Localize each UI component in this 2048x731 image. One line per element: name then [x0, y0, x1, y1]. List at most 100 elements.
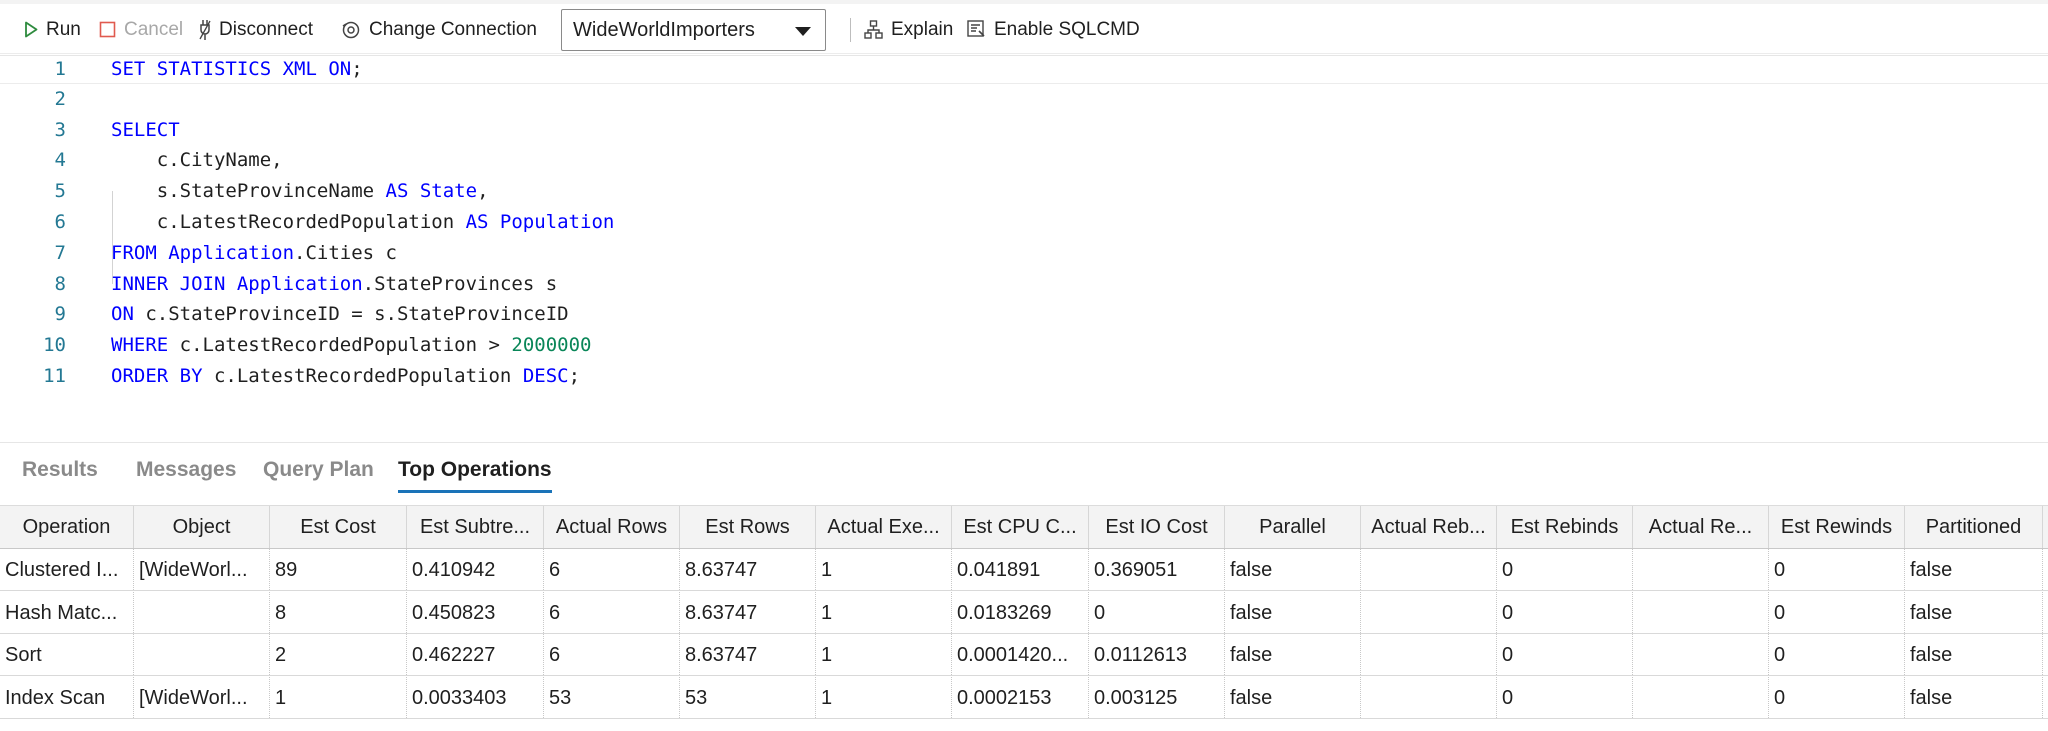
table-row[interactable]: Index Scan [WideWorl... 1 0.0033403 53 53 1 0.0… [0, 676, 2048, 719]
database-select[interactable]: WideWorldImporters [561, 9, 826, 51]
column-header[interactable]: Actual Rows [544, 506, 680, 548]
column-header[interactable]: Actual Exe... [816, 506, 952, 548]
table-cell[interactable] [1361, 676, 1497, 718]
sql-editor[interactable]: 1 SET STATISTICS XML ON; 2 3 SELECT 4 c.CityN… [0, 52, 2048, 392]
table-cell[interactable]: false [1905, 549, 2043, 590]
column-header[interactable]: Partitioned [1905, 506, 2043, 548]
code-line[interactable]: 4 c.CityName, [0, 145, 2048, 176]
column-header[interactable]: Est IO Cost [1089, 506, 1225, 548]
table-cell[interactable]: 0.450823 [407, 591, 544, 633]
table-cell[interactable]: false [1225, 591, 1361, 633]
table-cell[interactable]: false [1225, 634, 1361, 675]
table-cell[interactable]: 6 [544, 591, 680, 633]
table-cell[interactable]: 8 [270, 591, 407, 633]
code-line[interactable]: 1 SET STATISTICS XML ON; [0, 53, 2048, 84]
column-header[interactable]: Est Subtre... [407, 506, 544, 548]
table-cell[interactable] [1633, 591, 1769, 633]
table-cell[interactable]: 0.0183269 [952, 591, 1089, 633]
table-cell[interactable]: false [1225, 549, 1361, 590]
table-cell[interactable]: [WideWorl... [134, 676, 270, 718]
table-cell[interactable]: 0 [1769, 549, 1905, 590]
tab-query-plan[interactable]: Query Plan [263, 458, 374, 482]
column-header[interactable]: Est Rewinds [1769, 506, 1905, 548]
table-cell[interactable]: 0 [1497, 591, 1633, 633]
table-cell[interactable]: 2 [270, 634, 407, 675]
table-cell[interactable]: 0.003125 [1089, 676, 1225, 718]
column-header[interactable]: Est Rows [680, 506, 816, 548]
tab-messages[interactable]: Messages [136, 458, 236, 482]
code-line[interactable]: 5 s.StateProvinceName AS State, [0, 176, 2048, 207]
column-header[interactable]: Object [134, 506, 270, 548]
column-header[interactable]: Actual Re... [1633, 506, 1769, 548]
column-header[interactable]: Est Cost [270, 506, 407, 548]
code-line[interactable]: 10 WHERE c.LatestRecordedPopulation > 200… [0, 330, 2048, 361]
table-cell[interactable] [1361, 634, 1497, 675]
code-line[interactable]: 7 FROM Application.Cities c [0, 238, 2048, 269]
table-cell[interactable]: Clustered I... [0, 549, 134, 590]
table-cell[interactable]: Hash Matc... [0, 591, 134, 633]
table-cell[interactable]: 53 [680, 676, 816, 718]
table-cell[interactable]: 0 [1769, 591, 1905, 633]
table-cell[interactable]: 0 [1497, 549, 1633, 590]
enable-sqlcmd-button[interactable]: Enable SQLCMD [967, 19, 1140, 41]
table-cell[interactable] [134, 634, 270, 675]
table-cell[interactable]: 0 [1089, 591, 1225, 633]
table-cell[interactable]: false [1905, 676, 2043, 718]
code-line[interactable]: 2 [0, 84, 2048, 115]
table-cell[interactable]: 0.0001420... [952, 634, 1089, 675]
tab-top-operations[interactable]: Top Operations [398, 458, 552, 493]
table-cell[interactable] [1633, 676, 1769, 718]
table-cell[interactable]: 89 [270, 549, 407, 590]
code-line[interactable]: 6 c.LatestRecordedPopulation AS Populati… [0, 207, 2048, 238]
table-cell[interactable]: 1 [816, 634, 952, 675]
code-line[interactable]: 11 ORDER BY c.LatestRecordedPopulation DE… [0, 361, 2048, 392]
table-cell[interactable]: 8.63747 [680, 591, 816, 633]
tab-results[interactable]: Results [22, 458, 98, 482]
table-cell[interactable]: 0 [1497, 634, 1633, 675]
table-cell[interactable] [134, 591, 270, 633]
code-line[interactable]: 8 INNER JOIN Application.StateProvinces s [0, 269, 2048, 300]
table-cell[interactable]: 1 [816, 591, 952, 633]
change-connection-button[interactable]: Change Connection [341, 19, 537, 41]
table-cell[interactable]: false [1905, 634, 2043, 675]
table-cell[interactable]: 0.369051 [1089, 549, 1225, 590]
table-cell[interactable]: Sort [0, 634, 134, 675]
table-cell[interactable]: 0.410942 [407, 549, 544, 590]
table-cell[interactable]: false [1905, 591, 2043, 633]
column-header[interactable]: Operation [0, 506, 134, 548]
table-cell[interactable]: false [1225, 676, 1361, 718]
table-cell[interactable]: 6 [544, 549, 680, 590]
column-header[interactable]: Est CPU C... [952, 506, 1089, 548]
code-line[interactable]: 9 ON c.StateProvinceID = s.StateProvinceI… [0, 299, 2048, 330]
table-cell[interactable]: 0.0033403 [407, 676, 544, 718]
table-cell[interactable]: 0 [1769, 634, 1905, 675]
table-cell[interactable]: 8.63747 [680, 549, 816, 590]
table-cell[interactable]: 0.0112613 [1089, 634, 1225, 675]
disconnect-button[interactable]: Disconnect [199, 19, 313, 41]
table-cell[interactable] [1361, 549, 1497, 590]
table-cell[interactable]: 8.63747 [680, 634, 816, 675]
table-cell[interactable]: 6 [544, 634, 680, 675]
code-line[interactable]: 3 SELECT [0, 115, 2048, 146]
table-cell[interactable]: 0.462227 [407, 634, 544, 675]
table-cell[interactable]: 53 [544, 676, 680, 718]
column-header[interactable]: Est Rebinds [1497, 506, 1633, 548]
table-cell[interactable] [1633, 549, 1769, 590]
table-cell[interactable]: 1 [270, 676, 407, 718]
table-cell[interactable] [1361, 591, 1497, 633]
table-cell[interactable]: 0.041891 [952, 549, 1089, 590]
table-row[interactable]: Hash Matc... 8 0.450823 6 8.63747 1 0.0183269 0… [0, 591, 2048, 634]
table-cell[interactable]: 0.0002153 [952, 676, 1089, 718]
table-row[interactable]: Clustered I... [WideWorl... 89 0.410942 6 8.6… [0, 549, 2048, 591]
table-cell[interactable]: 0 [1769, 676, 1905, 718]
run-button[interactable]: Run [24, 19, 81, 41]
table-row[interactable]: Sort 2 0.462227 6 8.63747 1 0.0001420... 0.0112… [0, 634, 2048, 676]
table-cell[interactable]: Index Scan [0, 676, 134, 718]
table-cell[interactable]: [WideWorl... [134, 549, 270, 590]
table-cell[interactable]: 0 [1497, 676, 1633, 718]
column-header[interactable]: Actual Reb... [1361, 506, 1497, 548]
table-cell[interactable] [1633, 634, 1769, 675]
table-cell[interactable]: 1 [816, 549, 952, 590]
explain-button[interactable]: Explain [864, 19, 953, 41]
column-header[interactable]: Parallel [1225, 506, 1361, 548]
